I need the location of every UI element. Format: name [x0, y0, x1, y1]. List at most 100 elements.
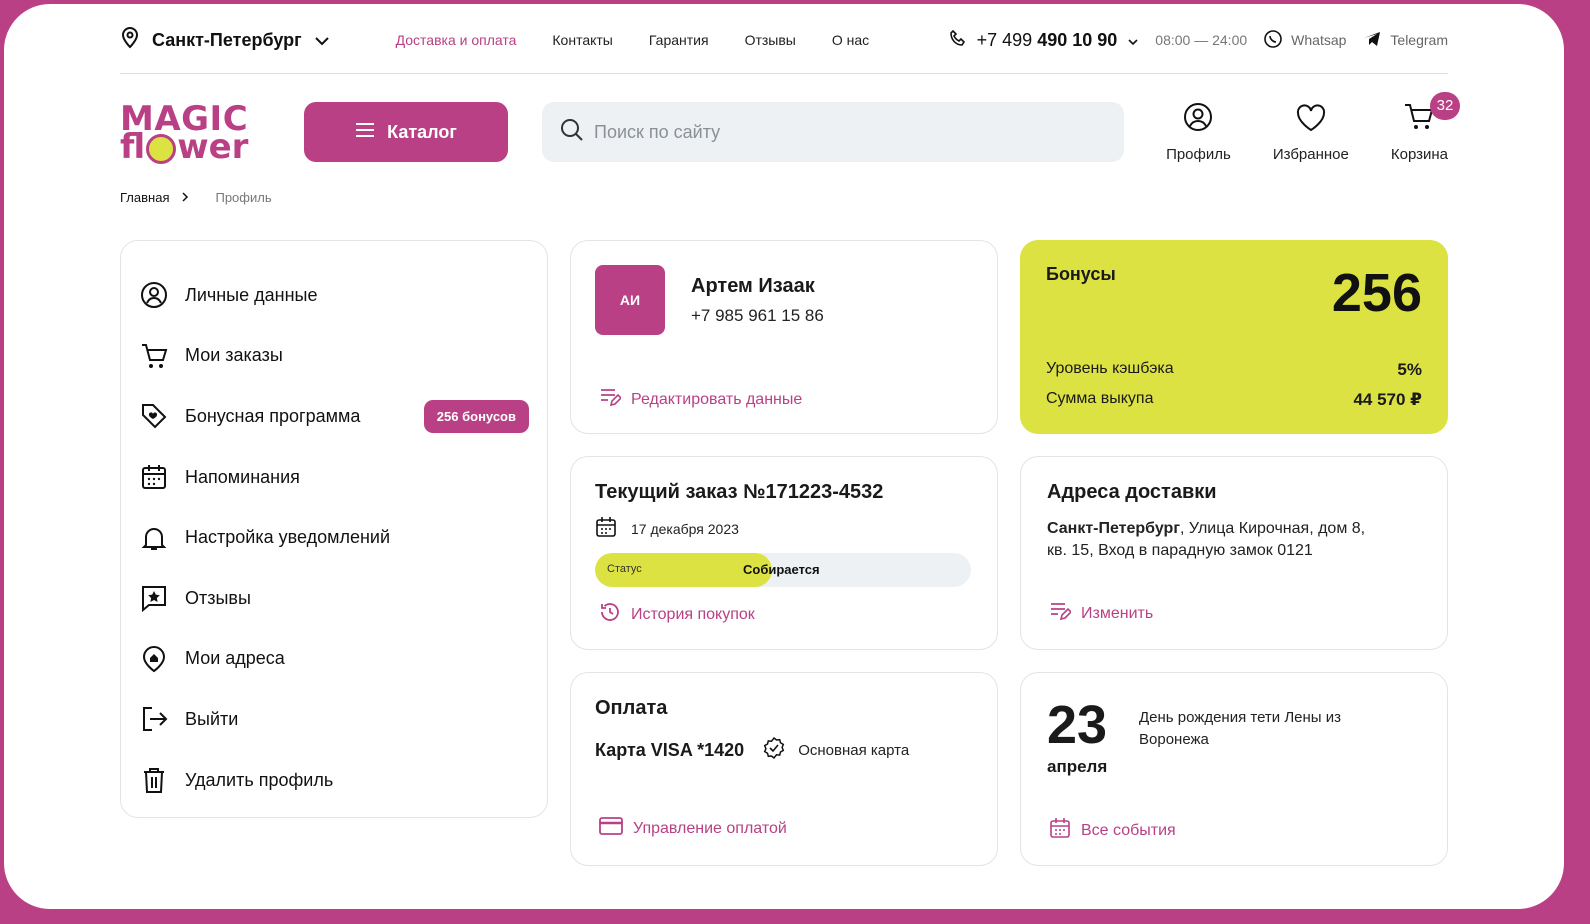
- order-title: Текущий заказ №171223-4532: [595, 481, 884, 503]
- sidebar-item-notifications[interactable]: Настройка уведомлений: [139, 507, 529, 568]
- purchase-history-label: История покупок: [631, 605, 755, 623]
- phone-selector[interactable]: +7 499 490 10 90: [949, 29, 1140, 52]
- nav-warranty[interactable]: Гарантия: [649, 32, 709, 48]
- logo[interactable]: MAGIC fl wer: [120, 99, 270, 167]
- sidebar-item-label: Выйти: [185, 708, 239, 729]
- delivery-address-card: Адреса доставки Санкт-Петербург, Улица К…: [1020, 456, 1448, 650]
- manage-payment-link[interactable]: Управление оплатой: [599, 817, 787, 840]
- bell-icon: [139, 524, 169, 552]
- chevron-down-icon: [1127, 30, 1139, 51]
- chevron-right-icon: [181, 190, 189, 205]
- sidebar-item-personal[interactable]: Личные данные: [139, 265, 529, 326]
- chevron-down-icon: [314, 30, 330, 51]
- page-frame: Санкт-Петербург Доставка и оплата Контак…: [4, 4, 1564, 909]
- logo-part-a: fl: [120, 127, 146, 167]
- cart-button[interactable]: Корзина 32: [1390, 91, 1460, 163]
- verified-badge-icon: [762, 736, 786, 764]
- status-label: Статус: [607, 563, 642, 575]
- nav-reviews[interactable]: Отзывы: [745, 32, 796, 48]
- bonus-value: 256: [1331, 263, 1422, 323]
- sidebar-item-delete[interactable]: Удалить профиль: [139, 750, 529, 811]
- event-month: апреля: [1047, 757, 1108, 776]
- cashback-value: 5%: [1397, 360, 1422, 379]
- cart-label: Корзина: [1390, 145, 1448, 163]
- sidebar-item-label: Настройка уведомлений: [185, 527, 391, 548]
- all-events-label: Все события: [1081, 821, 1176, 839]
- whatsapp-link[interactable]: Whatsap: [1263, 29, 1346, 52]
- sidebar-item-label: Личные данные: [185, 284, 318, 305]
- telegram-label: Telegram: [1390, 32, 1448, 48]
- payment-card-name: Карта VISA *1420: [595, 739, 745, 760]
- city-selector[interactable]: Санкт-Петербург: [120, 26, 330, 55]
- edit-profile-link[interactable]: Редактировать данные: [599, 387, 802, 412]
- edit-list-icon: [1049, 601, 1073, 626]
- breadcrumb-home[interactable]: Главная: [120, 190, 169, 205]
- change-address-label: Изменить: [1081, 604, 1154, 622]
- payment-card: Оплата Карта VISA *1420 Основная карта У…: [570, 672, 998, 866]
- calendar-icon: [595, 516, 617, 541]
- trash-icon: [139, 766, 169, 794]
- profile-button[interactable]: Профиль: [1166, 102, 1231, 163]
- bonus-card: Бонусы 256 Уровень кэшбэка 5% Сумма выку…: [1020, 240, 1448, 434]
- all-events-link[interactable]: Все события: [1049, 817, 1176, 844]
- order-status-bar: Статус Собирается: [595, 553, 971, 587]
- nav-about[interactable]: О нас: [832, 32, 869, 48]
- sidebar-item-label: Отзывы: [185, 587, 251, 608]
- star-message-icon: [139, 584, 169, 613]
- whatsapp-label: Whatsap: [1291, 32, 1347, 48]
- favorites-button[interactable]: Избранное: [1273, 104, 1349, 163]
- nav-delivery[interactable]: Доставка и оплата: [396, 32, 517, 48]
- payment-method-row: Карта VISA *1420 Основная карта: [595, 736, 973, 764]
- logo-part-b: wer: [177, 127, 249, 167]
- working-hours: 08:00 — 24:00: [1155, 32, 1248, 48]
- sidebar-item-label: Мои адреса: [185, 648, 285, 669]
- sidebar-item-addresses[interactable]: Мои адреса: [139, 629, 529, 690]
- cashback-row: Уровень кэшбэка 5%: [1046, 360, 1422, 380]
- top-divider: [120, 73, 1448, 74]
- profile-name: Артем Изаак: [691, 275, 815, 297]
- purchase-history-link[interactable]: История покупок: [599, 601, 755, 628]
- purchase-sum-value: 44 570 ₽: [1353, 390, 1422, 409]
- search-input[interactable]: [594, 121, 1094, 143]
- user-circle-icon: [139, 281, 169, 309]
- header-actions: Профиль Избранное Корзина 32: [1166, 91, 1460, 163]
- catalog-button[interactable]: Каталог: [304, 102, 508, 162]
- logout-icon: [139, 705, 169, 733]
- calendar-icon: [1049, 817, 1071, 844]
- nav-contacts[interactable]: Контакты: [552, 32, 612, 48]
- sidebar-item-label: Бонусная программа: [185, 405, 361, 426]
- cart-count-badge: 32: [1430, 91, 1460, 120]
- tag-heart-icon: [139, 402, 169, 430]
- sidebar-item-logout[interactable]: Выйти: [139, 689, 529, 750]
- status-value: Собирается: [743, 562, 820, 577]
- event-description: День рождения тети Лены из Воронежа: [1139, 709, 1342, 748]
- profile-sidebar: Личные данные Мои заказы Бонусная програ…: [120, 240, 548, 818]
- main-card-label: Основная карта: [798, 741, 910, 759]
- address-title: Адреса доставки: [1047, 481, 1217, 503]
- sidebar-item-orders[interactable]: Мои заказы: [139, 326, 529, 387]
- address-text: Санкт-Петербург, Улица Кирочная, дом 8, …: [1047, 518, 1387, 562]
- menu-icon: [355, 122, 375, 143]
- catalog-label: Каталог: [387, 121, 457, 142]
- search-box: [542, 102, 1124, 162]
- location-home-icon: [139, 645, 169, 673]
- manage-payment-label: Управление оплатой: [633, 819, 787, 837]
- phone-icon: [949, 29, 967, 52]
- address-city: Санкт-Петербург: [1047, 520, 1180, 537]
- telegram-icon: [1362, 30, 1382, 51]
- sidebar-item-reviews[interactable]: Отзывы: [139, 568, 529, 629]
- event-card: 23 апреля День рождения тети Лены из Вор…: [1020, 672, 1448, 866]
- sidebar-item-reminders[interactable]: Напоминания: [139, 447, 529, 508]
- purchase-sum-label: Сумма выкупа: [1046, 390, 1154, 407]
- change-address-link[interactable]: Изменить: [1049, 601, 1153, 626]
- sidebar-item-label: Мои заказы: [185, 345, 283, 366]
- main-header: MAGIC flwer Каталог Профиль: [120, 91, 1460, 167]
- telegram-link[interactable]: Telegram: [1362, 30, 1448, 51]
- profile-label: Профиль: [1166, 145, 1231, 163]
- top-right: +7 499 490 10 90 08:00 — 24:00 Whatsap T…: [949, 29, 1448, 52]
- phone-prefix: +7 499: [976, 29, 1033, 50]
- calendar-icon: [139, 463, 169, 491]
- breadcrumb-current: Профиль: [215, 190, 272, 205]
- heart-icon: [1296, 104, 1326, 136]
- sidebar-item-bonus[interactable]: Бонусная программа 256 бонусов: [139, 386, 529, 447]
